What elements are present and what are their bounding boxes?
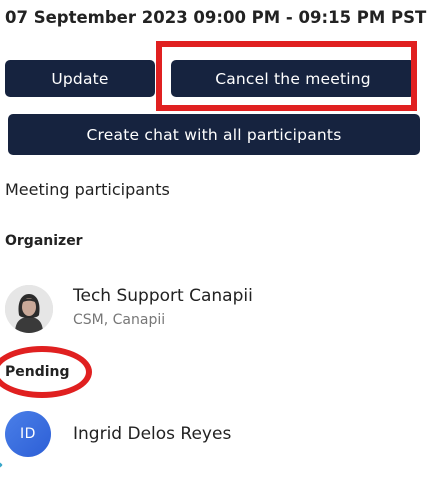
person-photo-icon [5,285,53,333]
participants-section-title: Meeting participants [5,180,170,199]
pending-avatar[interactable]: ID [5,411,51,457]
organizer-role: CSM, Canapii [73,312,166,328]
pending-participant-name: Ingrid Delos Reyes [73,424,232,444]
cancel-meeting-button[interactable]: Cancel the meeting [171,60,415,97]
pending-label: Pending [5,364,70,380]
organizer-label: Organizer [5,233,83,249]
create-chat-button[interactable]: Create chat with all participants [8,114,420,155]
meeting-datetime: 07 September 2023 09:00 PM - 09:15 PM PS… [5,8,427,27]
organizer-name: Tech Support Canapii [73,286,253,306]
update-button[interactable]: Update [5,60,155,97]
organizer-avatar[interactable] [5,285,53,333]
chevron-right-icon[interactable] [0,455,11,475]
